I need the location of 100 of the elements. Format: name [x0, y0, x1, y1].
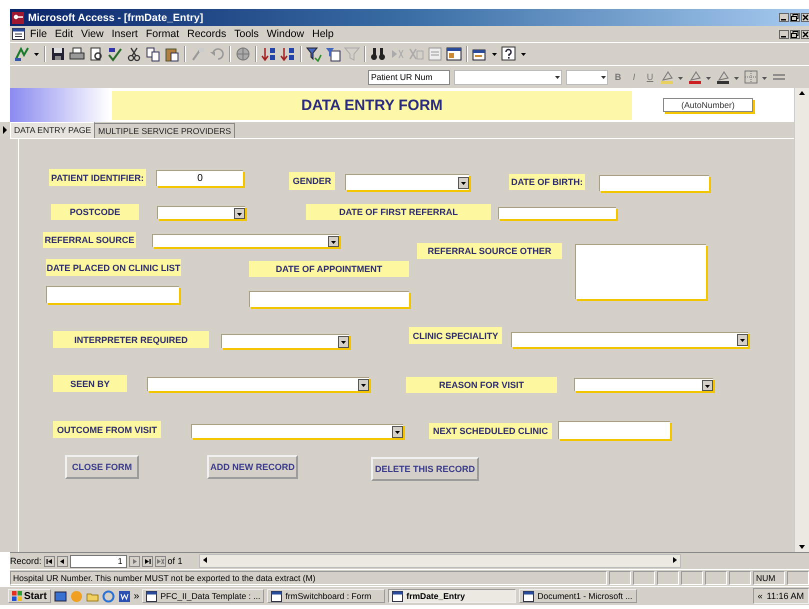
copy-icon[interactable] — [145, 46, 161, 62]
help-icon[interactable] — [501, 46, 517, 62]
form-button[interactable]: ADD NEW RECORD — [207, 455, 298, 479]
menu-item[interactable]: Window — [264, 28, 308, 40]
dropdown-icon[interactable] — [737, 334, 748, 346]
field-label: SEEN BY — [53, 375, 127, 392]
tray-toggle[interactable]: « — [758, 591, 763, 601]
sort-ascending-icon[interactable] — [261, 46, 277, 62]
menu-item[interactable]: Insert — [108, 28, 141, 40]
desktop-icon[interactable] — [54, 590, 67, 602]
taskbar-button[interactable]: frmDate_Entry — [388, 589, 516, 603]
field-label: POSTCODE — [51, 204, 139, 220]
taskbar-button[interactable]: Document1 - Microsoft ... — [519, 589, 638, 603]
form-window-icon[interactable] — [12, 28, 25, 40]
windows-flag-icon — [12, 591, 22, 601]
form-filter-icon[interactable] — [325, 46, 341, 62]
print-preview-icon[interactable] — [88, 46, 104, 62]
status-panel — [705, 571, 727, 585]
dropdown-icon[interactable] — [458, 176, 469, 188]
form-button[interactable]: CLOSE FORM — [65, 455, 139, 479]
dropdown-icon[interactable] — [328, 236, 339, 246]
field-label: REFERRAL SOURCE — [43, 232, 136, 248]
field-label: NEXT SCHEDULED CLINIC — [429, 423, 552, 439]
menu-item[interactable]: Help — [309, 28, 337, 40]
sort-descending-icon[interactable] — [280, 46, 296, 62]
field-label: REASON FOR VISIT — [406, 377, 557, 393]
field-label: PATIENT IDENTIFIER: — [49, 169, 146, 186]
dropdown-icon[interactable] — [392, 426, 403, 438]
print-icon[interactable] — [69, 46, 85, 62]
menu-item[interactable]: Tools — [231, 28, 262, 40]
record-number-field[interactable]: 1 — [70, 554, 127, 568]
menu-item[interactable]: Format — [142, 28, 182, 40]
field-label: INTERPRETER REQUIRED — [53, 331, 209, 348]
taskbar-button[interactable]: PFC_II_Data Template : ... — [142, 589, 264, 603]
last-record-icon[interactable] — [142, 556, 153, 566]
combo-field[interactable] — [511, 332, 748, 347]
id-field[interactable]: (AutoNumber) — [663, 98, 753, 112]
object-combo[interactable]: Patient UR Num — [368, 70, 450, 84]
form-button[interactable]: DELETE THIS RECORD — [371, 457, 479, 481]
tab[interactable]: DATA ENTRY PAGE — [10, 122, 96, 138]
spelling-icon[interactable] — [107, 46, 123, 62]
database-window-icon[interactable] — [446, 46, 462, 62]
save-icon[interactable] — [50, 46, 66, 62]
field-label: GENDER — [289, 172, 335, 190]
field-label: CLINIC SPECIALITY — [409, 327, 502, 344]
dropdown-icon[interactable] — [702, 380, 713, 390]
overflow-chevron[interactable]: » — [134, 590, 140, 602]
cut-icon[interactable] — [126, 46, 142, 62]
paste-icon[interactable] — [164, 46, 180, 62]
field-label: DATE OF FIRST REFERRAL — [306, 204, 491, 220]
menu-item[interactable]: Records — [184, 28, 230, 40]
minimize-icon[interactable] — [779, 13, 789, 22]
fill-color-icon[interactable] — [660, 70, 674, 84]
text-field[interactable] — [249, 291, 409, 307]
dropdown-icon[interactable] — [234, 208, 245, 218]
minimize-icon[interactable] — [779, 30, 789, 38]
text-field[interactable]: 0 — [156, 170, 243, 186]
text-field[interactable] — [558, 421, 670, 439]
form-window-icon — [271, 590, 282, 602]
tab[interactable]: MULTIPLE SERVICE PROVIDERS — [94, 123, 236, 138]
browser-icon[interactable] — [102, 590, 115, 602]
status-panel — [609, 571, 631, 585]
close-icon[interactable] — [801, 13, 809, 22]
binoculars-icon[interactable] — [370, 46, 386, 62]
close-icon[interactable] — [801, 30, 809, 38]
design-view-icon[interactable] — [14, 46, 30, 62]
globe-icon[interactable] — [235, 46, 251, 62]
previous-record-icon[interactable] — [56, 556, 68, 566]
border-icon[interactable] — [744, 70, 758, 84]
window-title: Microsoft Access - [frmDate_Entry] — [28, 12, 204, 24]
combo-field[interactable] — [147, 377, 369, 391]
menu-item[interactable]: Edit — [52, 28, 76, 40]
filter-icon[interactable] — [306, 46, 322, 62]
dropdown-icon[interactable] — [338, 336, 349, 348]
record-label: Record: — [10, 556, 42, 566]
first-record-icon[interactable] — [44, 556, 55, 566]
word-icon[interactable] — [118, 590, 131, 602]
menu-item[interactable]: View — [78, 28, 107, 40]
combo-field[interactable] — [221, 334, 349, 348]
memo-field[interactable] — [575, 244, 706, 299]
menu-item[interactable]: File — [27, 28, 50, 40]
combo-field[interactable] — [191, 424, 403, 438]
status-panel — [787, 571, 809, 585]
field-label: REFERRAL SOURCE OTHER — [417, 243, 562, 259]
line-color-icon[interactable] — [716, 70, 730, 84]
combo-field[interactable] — [157, 206, 245, 219]
status-panel — [681, 571, 703, 585]
field-label: DATE OF APPOINTMENT — [249, 261, 409, 277]
text-field[interactable] — [46, 286, 179, 303]
field-label: DATE PLACED ON CLINIC LIST — [46, 259, 181, 276]
font-color-icon[interactable] — [688, 70, 702, 84]
combo-field[interactable] — [574, 378, 713, 391]
taskbar-button[interactable]: frmSwitchboard : Form — [267, 589, 386, 603]
text-field[interactable] — [599, 175, 709, 191]
combo-field[interactable] — [345, 174, 469, 190]
combo-field[interactable] — [152, 234, 339, 247]
start-button[interactable]: Start — [8, 589, 51, 603]
text-field[interactable] — [498, 207, 616, 219]
database-window-icon — [146, 590, 158, 602]
dropdown-icon[interactable] — [358, 378, 369, 390]
